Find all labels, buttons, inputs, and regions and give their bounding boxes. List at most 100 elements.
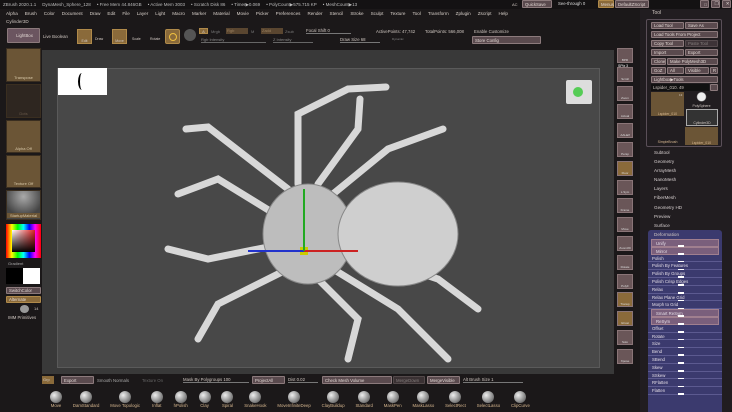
deform-sbend[interactable]: SBend xyxy=(648,356,722,364)
menu-render[interactable]: Render xyxy=(307,11,322,16)
export-bottom-button[interactable]: Export xyxy=(61,376,94,384)
deform-rotate[interactable]: Rotate xyxy=(648,333,722,341)
mrgb-button[interactable]: Mrgb xyxy=(211,29,220,34)
smooth-normals-toggle[interactable]: Smooth Normals xyxy=(97,378,129,383)
deform-rflatten[interactable]: RFlatten xyxy=(648,379,722,388)
menu-document[interactable]: Document xyxy=(62,11,83,16)
save-as-button[interactable]: Save As xyxy=(685,22,718,29)
brush-clipcurve[interactable]: ClipCurve xyxy=(511,391,530,408)
menu-zplugin[interactable]: Zplugin xyxy=(456,11,471,16)
move-button[interactable]: Move xyxy=(112,29,127,44)
r-button-2[interactable] xyxy=(710,84,718,91)
menu-preferences[interactable]: Preferences xyxy=(276,11,301,16)
secondary-color[interactable] xyxy=(6,268,23,284)
menu-sculpt[interactable]: Sculpt xyxy=(371,11,384,16)
deform-mirror[interactable]: Mirror xyxy=(651,246,719,255)
draw-size-slider[interactable]: Draw Size 68 xyxy=(340,37,380,43)
section-geometry-hd[interactable]: Geometry HD xyxy=(646,203,722,212)
menu-transform[interactable]: Transform xyxy=(428,11,449,16)
alpha-button[interactable]: Alpha Off xyxy=(6,120,41,153)
brush-selectlasso[interactable]: SelectLasso xyxy=(477,391,500,408)
deform-sskew[interactable]: SSkew xyxy=(648,372,722,380)
alternate-button[interactable]: Alternate xyxy=(6,296,41,303)
quicksave-button[interactable]: QuickSave xyxy=(522,0,552,8)
menu-brush[interactable]: Brush xyxy=(25,11,37,16)
menu-stroke[interactable]: Stroke xyxy=(350,11,363,16)
load-tools-from-project-button[interactable]: Load Tools From Project xyxy=(651,31,718,38)
brush-selectrect[interactable]: SelectRect xyxy=(445,391,466,408)
deform-smart-resym[interactable]: Smart ReSym xyxy=(651,309,719,317)
menu-draw[interactable]: Draw xyxy=(90,11,101,16)
export-button[interactable]: Export xyxy=(685,49,718,56)
shelf-frame-button[interactable]: Frame xyxy=(617,198,633,214)
shelf-actual-button[interactable]: Actual xyxy=(617,104,633,120)
menu-material[interactable]: Material xyxy=(213,11,229,16)
gizmo-icon[interactable] xyxy=(165,29,180,44)
lightbox-tools-button[interactable]: Lightbox▶Tools xyxy=(651,76,718,83)
deform-polish-by-features[interactable]: Polish By Features xyxy=(648,262,722,271)
brush-clay[interactable]: Clay xyxy=(198,391,211,408)
stroke-dots-button[interactable]: Dots xyxy=(6,84,41,118)
shelf-xpose-button[interactable]: Xpose xyxy=(617,348,633,364)
grp-button[interactable]: Grp xyxy=(42,376,54,384)
a-button[interactable]: A xyxy=(199,28,208,34)
section-surface[interactable]: Surface xyxy=(646,221,722,230)
menu-marker[interactable]: Marker xyxy=(192,11,206,16)
brush-snakehook[interactable]: SnakeHook xyxy=(244,391,267,408)
menu-tool[interactable]: Tool xyxy=(412,11,420,16)
z-intensity-slider[interactable]: Z Intensity xyxy=(273,37,313,43)
deform-relax[interactable]: Relax xyxy=(648,286,722,294)
m-button[interactable]: M xyxy=(251,29,254,34)
menu-macro[interactable]: Macro xyxy=(172,11,185,16)
mask-by-polygroups-slider[interactable]: Mask By Polygroups 100 xyxy=(183,377,249,383)
brush-masklasso[interactable]: MaskLasso xyxy=(413,391,434,408)
menu-movie[interactable]: Movie xyxy=(237,11,249,16)
shelf-lsym-button[interactable]: L.Sym xyxy=(617,179,633,195)
scale-button[interactable]: Scale xyxy=(132,37,141,41)
default-zscript-button[interactable]: DefaultZScript xyxy=(615,0,649,8)
brush-maskpen[interactable]: MaskPen xyxy=(384,391,402,408)
deform-skew[interactable]: Skew xyxy=(648,364,722,372)
check-mesh-volume-button[interactable]: Check Mesh Volume xyxy=(322,376,392,384)
brush-moveinfinitedeep[interactable]: MoveInfiniteDeep xyxy=(277,391,311,408)
rgb-button[interactable]: Rgb xyxy=(226,28,248,34)
brush-claybuildup[interactable]: ClayBuildup xyxy=(322,391,345,408)
clone-button[interactable]: Clone xyxy=(651,58,666,65)
live-boolean-toggle[interactable]: Live Boolean xyxy=(43,34,68,39)
import-button[interactable]: Import xyxy=(651,49,684,56)
brush-move-topologic[interactable]: Move Topologic xyxy=(110,391,140,408)
menu-edit[interactable]: Edit xyxy=(107,11,115,16)
tool-thumb-lspider-2[interactable]: Lspider_010 xyxy=(685,127,718,145)
deform-polish-by-groups[interactable]: Polish By Groups xyxy=(648,270,722,278)
menu-zscript[interactable]: Zscript xyxy=(478,11,492,16)
brush-damstandard[interactable]: DamStandard xyxy=(73,391,99,408)
paste-tool-button[interactable]: Paste Tool xyxy=(685,40,718,47)
restore-icon[interactable]: ❐ xyxy=(711,0,720,8)
deform-size[interactable]: Size xyxy=(648,340,722,349)
section-geometry[interactable]: Geometry xyxy=(646,157,722,166)
rgb-intensity-slider[interactable]: Rgb Intensity xyxy=(201,37,266,43)
dist-slider[interactable]: Dist 0.02 xyxy=(288,377,318,383)
shelf-zoom-button[interactable]: Zoom xyxy=(617,85,633,101)
menu-alpha[interactable]: Alpha xyxy=(6,11,18,16)
deform-polish-crisp-edges[interactable]: Polish Crisp Edges xyxy=(648,278,722,286)
tool-name-slider[interactable]: Lspider_010. 49 xyxy=(651,84,709,91)
shelf-solo-button[interactable]: Solo xyxy=(617,330,633,345)
menu-picker[interactable]: Picker xyxy=(256,11,269,16)
focal-shift-slider[interactable]: Focal Shift 0 xyxy=(306,28,351,34)
shelf-floor-button[interactable]: Floor xyxy=(617,160,633,176)
deform-unify[interactable]: Unify xyxy=(651,239,719,247)
section-layers[interactable]: Layers xyxy=(646,184,722,193)
section-subtool[interactable]: Subtool xyxy=(646,148,722,157)
mergedown-button[interactable]: MergeDown xyxy=(393,376,425,384)
document-area[interactable] xyxy=(57,68,600,368)
shelf-zoom3d-button[interactable]: Zoom3D xyxy=(617,236,633,251)
transpose-button[interactable]: Transpose xyxy=(6,48,41,82)
make-polymesh-button[interactable]: Make PolyMesh3D xyxy=(667,58,718,65)
primary-color[interactable] xyxy=(23,268,40,284)
load-tool-button[interactable]: Load Tool xyxy=(651,22,684,29)
deform-relax-plane-grid[interactable]: Relax Plane Grid xyxy=(648,294,722,302)
menu-texture[interactable]: Texture xyxy=(390,11,405,16)
deform-morph-to-grid[interactable]: Morph to Grid xyxy=(648,301,722,310)
shelf-bpr-button[interactable]: BPR xyxy=(617,48,633,63)
